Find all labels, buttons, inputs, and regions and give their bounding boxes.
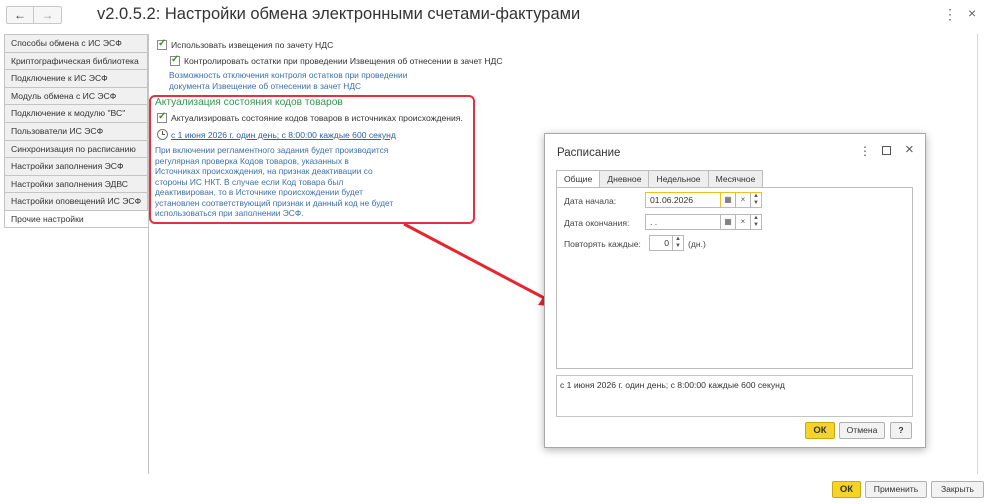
dialog-title: Расписание [557,147,621,159]
dialog-close-icon[interactable]: × [905,141,914,158]
ok-button[interactable]: ОК [832,481,861,498]
end-date-field[interactable]: . . [645,214,721,230]
end-clear-icon[interactable]: × [736,214,751,230]
tab-panel-general: Дата начала: 01.06.2026 ▦ × ▲ ▼ Дата окон… [556,187,913,369]
repeat-days-field[interactable]: 0 [649,235,673,251]
end-date-label: Дата окончания: [564,218,630,228]
tab-general[interactable]: Общие [556,170,601,188]
start-date-field[interactable]: 01.06.2026 [645,192,721,208]
end-date-stepper[interactable]: ▲ ▼ [751,214,762,230]
repeat-label: Повторять каждые: [564,239,641,249]
clear-icon[interactable]: × [736,192,751,208]
tab-weekly[interactable]: Недельное [648,170,709,187]
apply-button[interactable]: Применить [865,481,927,498]
schedule-summary: с 1 июня 2026 г. один день; с 8:00:00 ка… [556,375,913,417]
help-button[interactable]: ? [890,422,912,439]
repeat-days-stepper[interactable]: ▲ ▼ [673,235,684,251]
repeat-unit-label: (дн.) [688,239,706,249]
schedule-dialog: Расписание ⋮ × Общие Дневное Недельное М… [544,133,926,448]
end-calendar-icon[interactable]: ▦ [721,214,736,230]
tab-daily[interactable]: Дневное [599,170,650,187]
dialog-tabs: Общие Дневное Недельное Месячное [556,170,764,188]
close-button[interactable]: Закрыть [931,481,984,498]
calendar-icon[interactable]: ▦ [721,192,736,208]
tab-monthly[interactable]: Месячное [707,170,764,187]
dialog-cancel-button[interactable]: Отмена [839,422,885,439]
start-date-stepper[interactable]: ▲ ▼ [751,192,762,208]
maximize-icon[interactable] [882,146,891,155]
dialog-ok-button[interactable]: ОК [805,422,835,439]
start-date-label: Дата начала: [564,196,617,206]
dialog-more-icon[interactable]: ⋮ [859,144,871,158]
